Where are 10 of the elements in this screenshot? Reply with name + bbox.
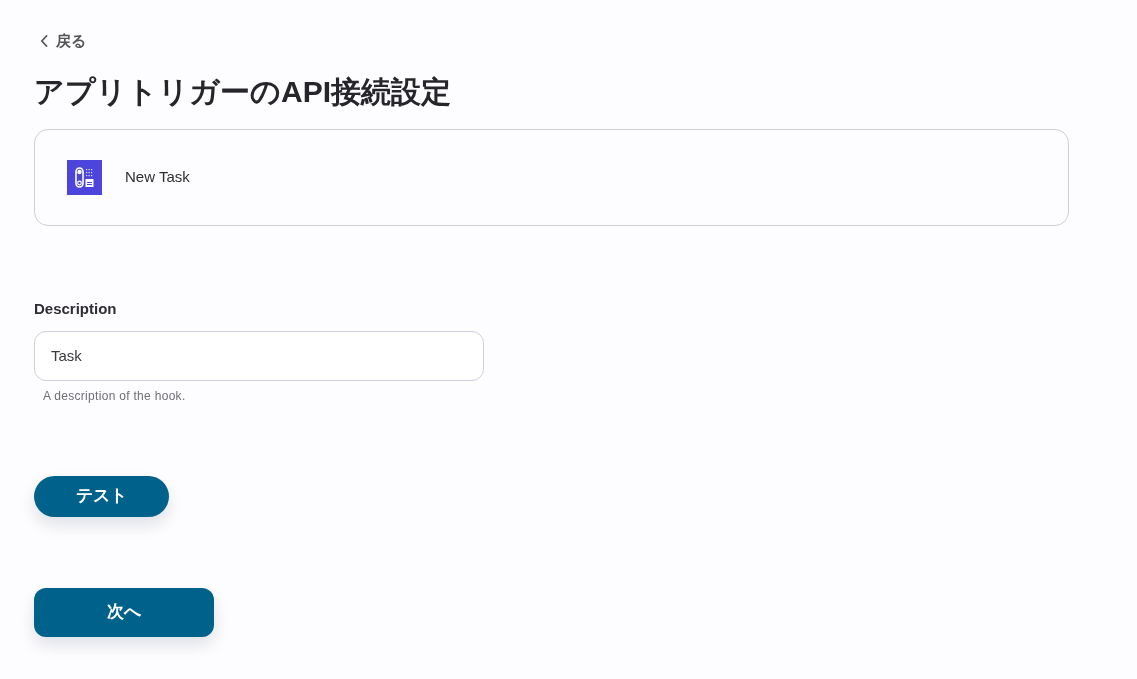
next-button[interactable]: 次へ <box>34 587 214 637</box>
trigger-name: New Task <box>125 167 190 188</box>
help-text: A description of the hook. <box>43 387 186 405</box>
field-label: Description <box>34 299 117 319</box>
app-icon <box>67 160 102 195</box>
page-title: アプリトリガーのAPI接続設定 <box>34 74 451 110</box>
test-button[interactable]: テスト <box>34 475 169 517</box>
description-input[interactable]: Task <box>34 330 484 381</box>
back-link[interactable]: 戻る <box>40 30 86 52</box>
chevron-left-icon <box>40 35 48 47</box>
